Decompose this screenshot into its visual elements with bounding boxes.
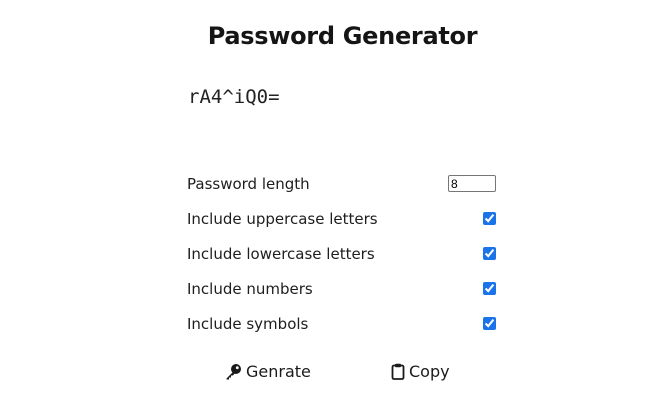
key-icon — [225, 363, 242, 380]
uppercase-label: Include uppercase letters — [187, 209, 378, 228]
options-panel: Password length Include uppercase letter… — [187, 166, 498, 341]
copy-button-label: Copy — [409, 362, 450, 381]
page-title: Password Generator — [207, 22, 478, 50]
numbers-label: Include numbers — [187, 279, 313, 298]
option-row-symbols: Include symbols — [187, 306, 498, 341]
symbols-checkbox[interactable] — [483, 317, 496, 330]
uppercase-checkbox[interactable] — [483, 212, 496, 225]
option-row-length: Password length — [187, 166, 498, 201]
generated-password: rA4^iQ0= — [188, 86, 280, 108]
action-bar: Genrate Copy — [0, 362, 652, 386]
symbols-label: Include symbols — [187, 314, 309, 333]
clipboard-icon — [391, 363, 405, 380]
password-length-label: Password length — [187, 174, 310, 193]
generate-button-label: Genrate — [246, 362, 311, 381]
option-row-lowercase: Include lowercase letters — [187, 236, 498, 271]
option-row-uppercase: Include uppercase letters — [187, 201, 498, 236]
password-length-input[interactable] — [448, 175, 496, 192]
option-row-numbers: Include numbers — [187, 271, 498, 306]
numbers-checkbox[interactable] — [483, 282, 496, 295]
copy-button[interactable]: Copy — [391, 362, 450, 381]
lowercase-label: Include lowercase letters — [187, 244, 375, 263]
lowercase-checkbox[interactable] — [483, 247, 496, 260]
generate-button[interactable]: Genrate — [225, 362, 311, 381]
